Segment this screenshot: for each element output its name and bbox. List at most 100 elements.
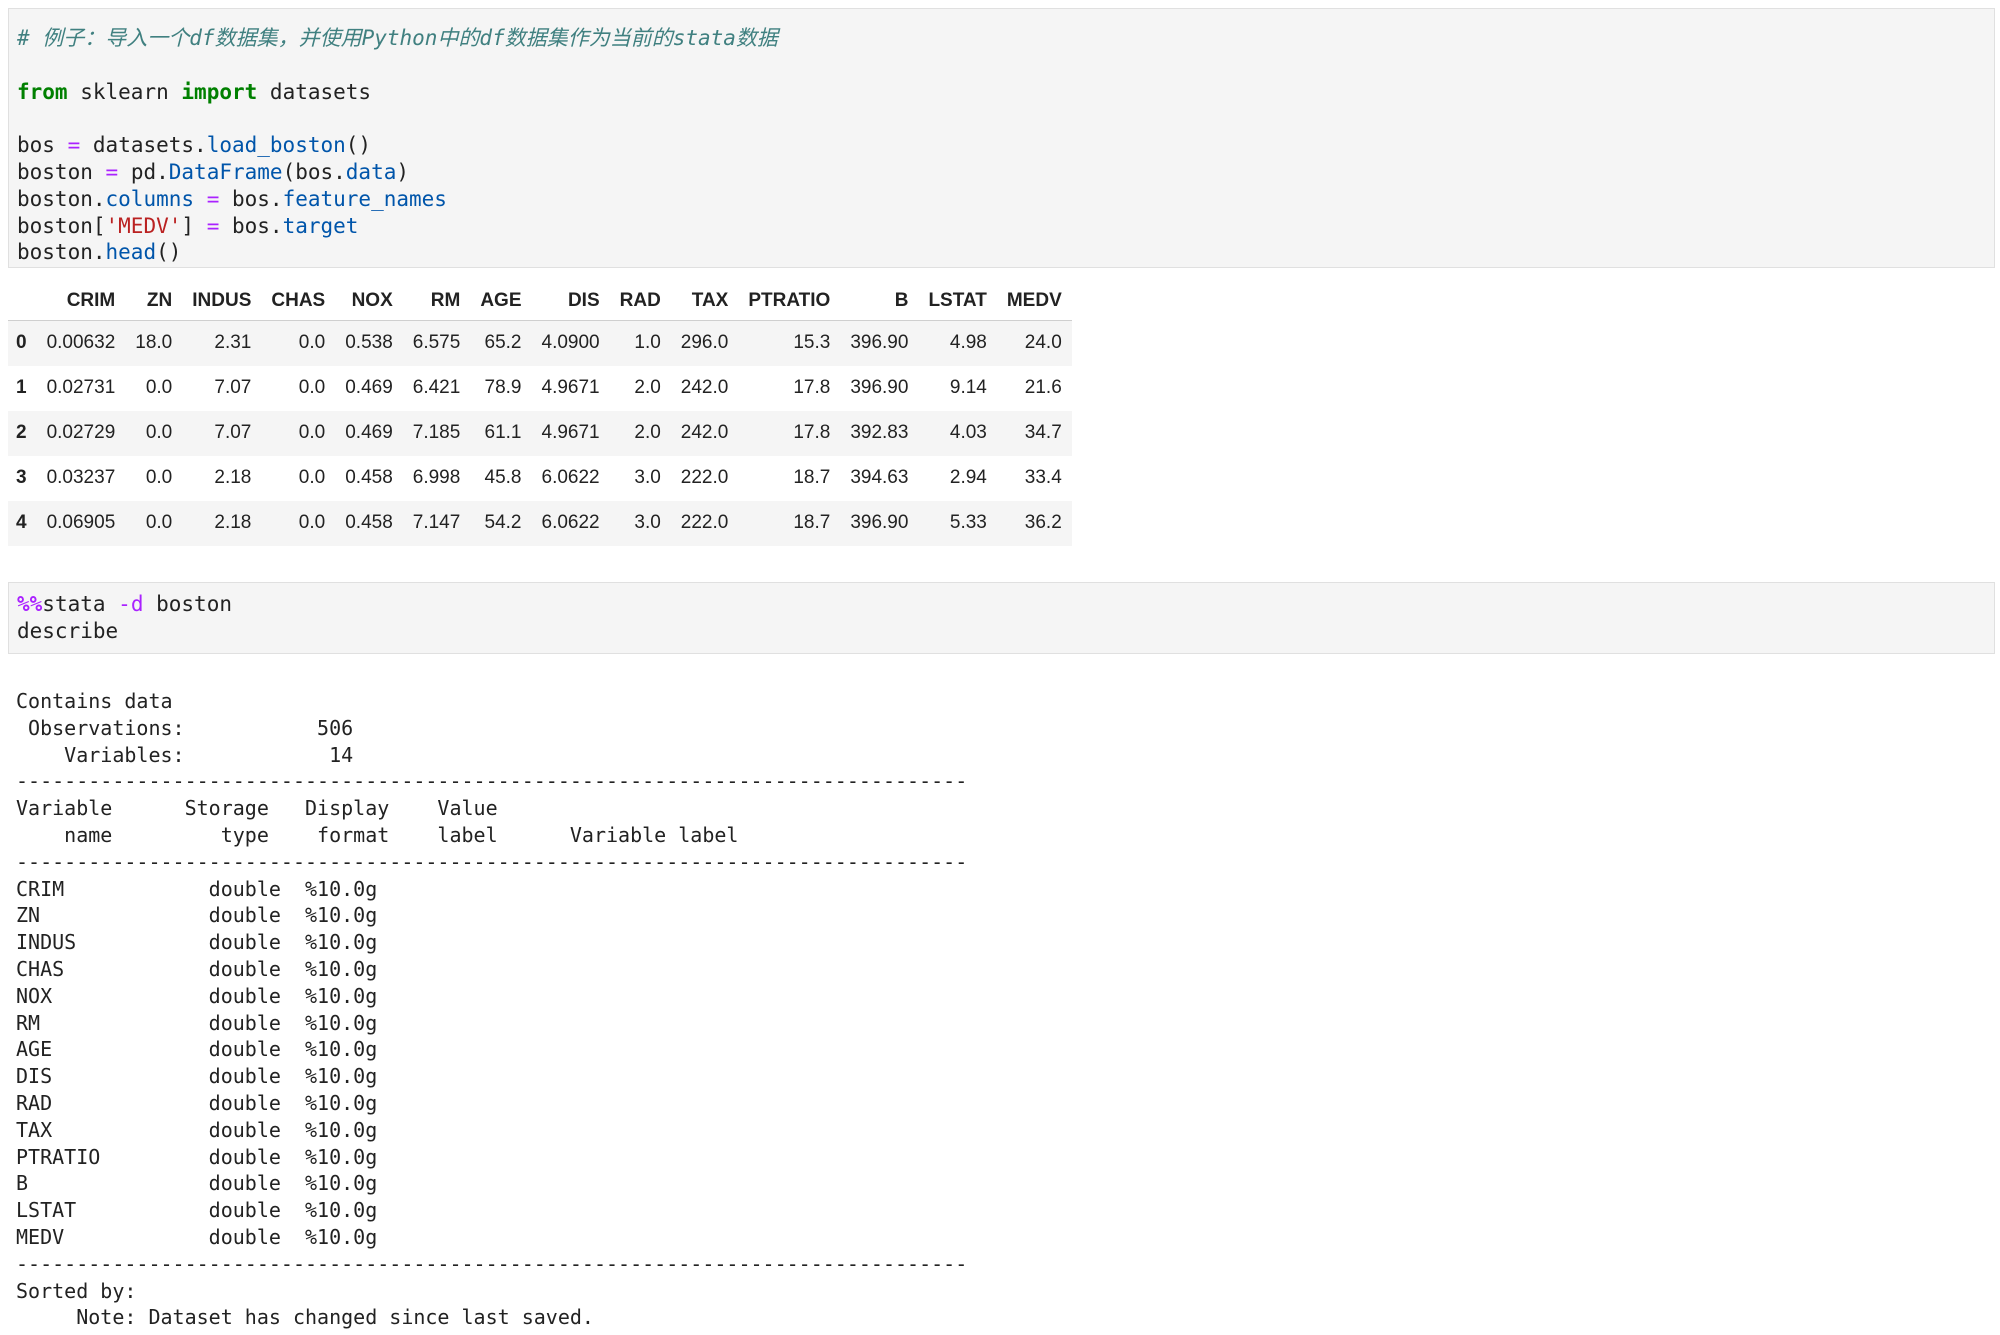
table-row: 3 0.03237 0.0 2.18 0.0 0.458 6.998 45.8 6.0622 3.…: [8, 455, 1072, 501]
column-header: PTRATIO: [738, 282, 841, 321]
code-token: boston.: [17, 240, 106, 265]
code-attribute: load_boston: [206, 133, 346, 158]
output-line: Note: Dataset has changed since last sav…: [16, 1305, 594, 1330]
keyword-from: from: [17, 79, 68, 104]
table-cell: 0.0: [298, 332, 326, 354]
table-cell: 18.0: [135, 332, 173, 354]
table-cell: 396.90: [850, 512, 909, 533]
table-cell: 0.0: [298, 422, 326, 443]
table-cell: 0.02729: [46, 422, 116, 443]
output-line: ----------------------------------------…: [16, 1251, 968, 1276]
output-line: INDUS double %10.0g: [16, 930, 378, 955]
table-cell: 296.0: [680, 332, 729, 354]
table-cell: 392.83: [850, 422, 909, 443]
table-cell: 5.33: [949, 512, 987, 533]
code-token: boston[: [17, 213, 106, 238]
output-line: PTRATIO double %10.0g: [16, 1144, 378, 1169]
table-cell: 0.0: [145, 422, 173, 443]
table-cell: 396.90: [850, 332, 909, 354]
table-cell: 2.0: [634, 422, 661, 443]
row-index: 2: [16, 422, 27, 443]
row-index: 4: [16, 512, 27, 533]
code-editor-1[interactable]: # 例子：导入一个df数据集，并使用Python中的df数据集作为当前的stat…: [17, 25, 778, 266]
code-cell-2[interactable]: %%stata -d boston describe: [8, 582, 1995, 654]
table-cell: 6.0622: [541, 467, 600, 488]
table-header-row: CRIM ZN INDUS CHAS NOX RM AGE DIS RAD TAX PTRATIO B…: [8, 282, 1072, 321]
table-cell: 0.0: [145, 467, 173, 488]
table-cell: 2.94: [949, 467, 987, 488]
table-cell: 242.0: [680, 422, 729, 443]
table-cell: 0.538: [345, 332, 393, 354]
module-name: sklearn: [80, 79, 169, 104]
table-row: 2 0.02729 0.0 7.07 0.0 0.469 7.185 61.1 4.9671 2.…: [8, 410, 1072, 456]
table-cell: 33.4: [1024, 467, 1062, 488]
table-cell: 222.0: [680, 512, 729, 533]
row-index: 1: [16, 377, 27, 398]
column-header: TAX: [670, 282, 739, 321]
code-token: boston.: [17, 186, 106, 211]
row-index: 3: [16, 467, 27, 488]
magic-prefix: %%: [17, 592, 43, 616]
magic-flag: -d: [118, 592, 144, 616]
table-cell: 4.0900: [541, 332, 600, 354]
table-cell: 2.18: [214, 512, 252, 533]
table-cell: 18.7: [793, 467, 831, 488]
table-cell: 0.02731: [46, 377, 116, 398]
table-cell: 2.31: [214, 332, 252, 354]
output-line: RM double %10.0g: [16, 1010, 378, 1035]
code-token: (bos.: [282, 159, 346, 184]
table-cell: 242.0: [680, 377, 729, 398]
code-token: ): [396, 159, 410, 184]
code-token: bos: [17, 133, 55, 158]
table-cell: 7.185: [412, 422, 461, 443]
table-cell: 21.6: [1024, 377, 1062, 398]
column-header: DIS: [531, 282, 610, 321]
code-attribute: target: [282, 213, 359, 238]
table-cell: 61.1: [484, 422, 522, 443]
table-cell: 3.0: [634, 512, 661, 533]
table-cell: 0.0: [145, 377, 173, 398]
table-cell: 4.9671: [541, 422, 600, 443]
table-cell: 6.0622: [541, 512, 600, 533]
table-cell: 222.0: [680, 467, 729, 488]
output-line: Contains data: [16, 689, 173, 713]
dataframe-table: CRIM ZN INDUS CHAS NOX RM AGE DIS RAD TAX PTRATIO B…: [8, 282, 1072, 546]
table-cell: 65.2: [484, 332, 522, 354]
table-cell: 3.0: [634, 467, 661, 488]
column-header: RAD: [609, 282, 671, 321]
table-cell: 36.2: [1024, 512, 1062, 533]
code-token: bos.: [232, 213, 283, 238]
table-cell: 7.07: [214, 377, 252, 398]
output-line: ----------------------------------------…: [16, 769, 968, 794]
keyword-import: import: [181, 79, 258, 104]
code-attribute: data: [345, 159, 397, 184]
code-attribute: head: [105, 240, 157, 265]
table-cell: 0.0: [298, 512, 326, 533]
column-header: LSTAT: [918, 282, 997, 321]
table-cell: 0.03237: [46, 467, 116, 488]
table-cell: 0.469: [345, 377, 393, 398]
table-cell: 9.14: [949, 377, 987, 398]
output-line: CRIM double %10.0g: [16, 876, 378, 901]
code-attribute: columns: [105, 186, 195, 211]
code-token: (): [156, 240, 182, 265]
output-line: Variable Storage Display Value: [16, 796, 498, 821]
table-cell: 4.9671: [541, 377, 600, 398]
table-cell: 0.06905: [46, 512, 116, 533]
output-line: Sorted by:: [16, 1278, 137, 1303]
column-header: ZN: [125, 282, 183, 321]
code-cell-1[interactable]: # 例子：导入一个df数据集，并使用Python中的df数据集作为当前的stat…: [8, 8, 1995, 268]
table-cell: 18.7: [793, 512, 831, 533]
stata-output: Contains data Observations: 506 Variable…: [16, 688, 967, 1331]
table-cell: 7.147: [412, 512, 461, 533]
table-cell: 0.0: [298, 467, 326, 488]
table-cell: 1.0: [634, 332, 661, 354]
table-cell: 17.8: [793, 377, 831, 398]
table-cell: 45.8: [484, 467, 522, 488]
table-cell: 7.07: [214, 422, 252, 443]
output-line: RAD double %10.0g: [16, 1090, 378, 1115]
table-cell: 396.90: [850, 377, 909, 398]
code-attribute: feature_names: [282, 186, 447, 211]
code-token: ]: [181, 213, 195, 238]
code-editor-2[interactable]: %%stata -d boston describe: [17, 591, 232, 645]
